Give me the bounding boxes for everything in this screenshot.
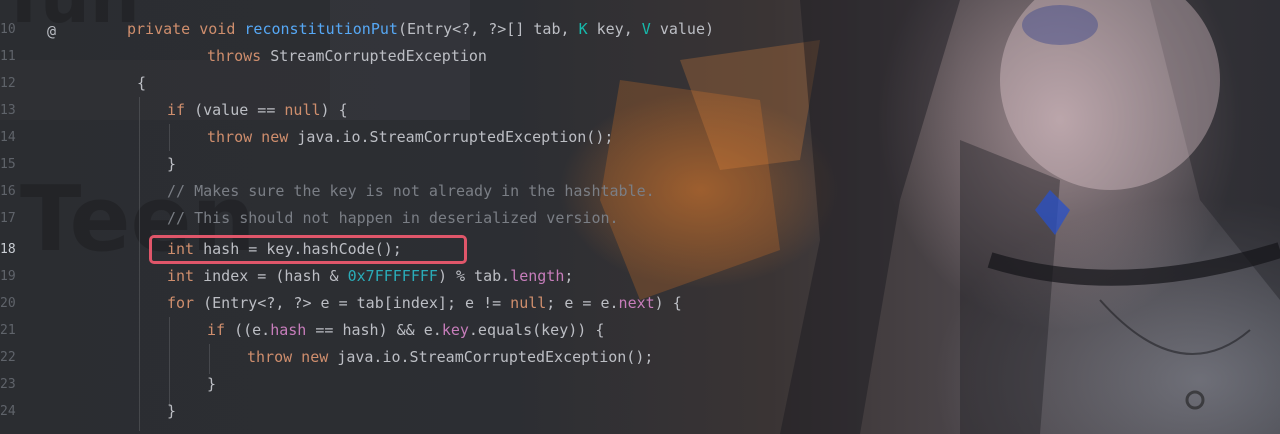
number-literal: 0x7FFFFFFF xyxy=(347,267,438,285)
comment: // Makes sure the key is not already in … xyxy=(167,182,655,200)
field-name: next xyxy=(618,294,655,312)
type-param: V xyxy=(641,20,651,38)
code-text: java.io.StreamCorruptedException(); xyxy=(297,128,614,146)
method-name: reconstitutionPut xyxy=(244,20,398,38)
keyword: throws xyxy=(207,47,271,65)
indent-guide xyxy=(169,124,170,151)
code-line-22[interactable]: throw new java.io.StreamCorruptedExcepti… xyxy=(247,344,653,371)
code-text: (Entry<?, ?> e = tab[index]; e != xyxy=(203,294,511,312)
keyword: if xyxy=(167,101,195,119)
code-text: } xyxy=(207,375,217,393)
code-line-24[interactable]: } xyxy=(167,398,176,425)
code-text: (Entry<?, ?>[] tab, xyxy=(397,20,579,38)
highlight-annotation-box xyxy=(149,235,467,264)
code-line-17[interactable]: // This should not happen in deserialize… xyxy=(167,205,619,232)
line-number: 22 xyxy=(0,350,16,365)
code-line-16[interactable]: // Makes sure the key is not already in … xyxy=(167,178,655,205)
keyword: int xyxy=(167,267,204,285)
keyword: if xyxy=(207,321,235,339)
code-text: (value == xyxy=(194,101,285,119)
code-text: java.io.StreamCorruptedException(); xyxy=(337,348,654,366)
code-text: } xyxy=(167,402,177,420)
code-text: ; xyxy=(564,267,574,285)
code-editor[interactable]: Tun Teen @ 10 11 12 13 14 15 16 17 18 19… xyxy=(0,0,1280,434)
override-annotation-icon[interactable]: @ xyxy=(47,18,56,45)
line-number: 13 xyxy=(0,103,16,118)
line-number: 21 xyxy=(0,323,16,338)
keyword: null xyxy=(284,101,321,119)
code-text: StreamCorruptedException xyxy=(270,47,487,65)
indent-guide xyxy=(209,344,210,374)
line-number: 23 xyxy=(0,377,16,392)
code-text: ) { xyxy=(320,101,348,119)
code-text: ) % tab. xyxy=(437,267,511,285)
indent-guide xyxy=(139,97,140,431)
code-line-19[interactable]: int index = (hash & 0x7FFFFFFF) % tab.le… xyxy=(167,263,573,290)
line-number: 16 xyxy=(0,184,16,199)
keyword: null xyxy=(510,294,547,312)
type-param: K xyxy=(578,20,588,38)
line-number: 11 xyxy=(0,49,16,64)
code-line-10[interactable]: private void reconstitutionPut(Entry<?, … xyxy=(127,16,714,43)
line-number: 24 xyxy=(0,404,16,419)
field-name: length xyxy=(510,267,565,285)
keyword: private void xyxy=(127,20,245,38)
line-number: 10 xyxy=(0,22,16,37)
code-text: { xyxy=(137,74,147,92)
code-text: value) xyxy=(650,20,715,38)
code-text: } xyxy=(167,155,177,173)
keyword: throw new xyxy=(207,128,298,146)
code-text: .equals(key)) { xyxy=(468,321,605,339)
keyword: throw new xyxy=(247,348,338,366)
code-text: ((e. xyxy=(234,321,271,339)
line-number: 14 xyxy=(0,130,16,145)
field-name: key xyxy=(441,321,469,339)
line-number: 12 xyxy=(0,76,16,91)
code-text: ; e = e. xyxy=(546,294,619,312)
code-text: index = (hash & xyxy=(203,267,348,285)
indent-guide xyxy=(169,317,170,407)
code-line-12[interactable]: { xyxy=(137,70,146,97)
code-text: == hash) && e. xyxy=(306,321,442,339)
line-number: 20 xyxy=(0,296,16,311)
code-line-15[interactable]: } xyxy=(167,151,176,178)
code-line-11[interactable]: throws StreamCorruptedException xyxy=(207,43,487,70)
code-line-20[interactable]: for (Entry<?, ?> e = tab[index]; e != nu… xyxy=(167,290,682,317)
code-line-13[interactable]: if (value == null) { xyxy=(167,97,348,124)
code-text: key, xyxy=(587,20,642,38)
line-number-current: 18 xyxy=(0,242,16,257)
code-line-21[interactable]: if ((e.hash == hash) && e.key.equals(key… xyxy=(207,317,604,344)
keyword: for xyxy=(167,294,204,312)
line-number: 15 xyxy=(0,157,16,172)
line-number: 17 xyxy=(0,211,16,226)
code-line-23[interactable]: } xyxy=(207,371,216,398)
code-text: ) { xyxy=(654,294,682,312)
line-number: 19 xyxy=(0,269,16,284)
field-name: hash xyxy=(270,321,307,339)
code-line-14[interactable]: throw new java.io.StreamCorruptedExcepti… xyxy=(207,124,613,151)
comment: // This should not happen in deserialize… xyxy=(167,209,619,227)
